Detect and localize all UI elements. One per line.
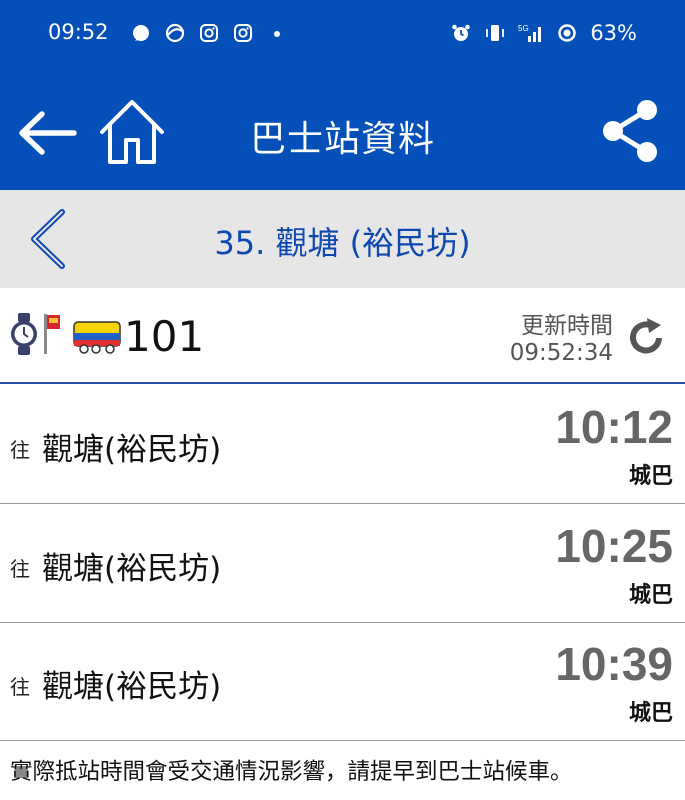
arrival-time: 10:12 [555, 401, 673, 453]
arrival-notice: 實際抵站時間會受交通情況影響，請提早到巴士站候車。 [10, 759, 573, 785]
bus-icon [73, 321, 121, 354]
bus-operator: 城巴 [628, 583, 673, 608]
watch-icon [11, 313, 37, 355]
destination: 觀塘(裕民坊) [42, 432, 222, 468]
bus-stop-flag-icon [44, 314, 60, 354]
arrival-time: 10:25 [555, 520, 673, 572]
bus-operator: 城巴 [628, 464, 673, 489]
5g-signal-icon: 5G [518, 24, 542, 42]
app-bar: 巴士站資料 [0, 70, 685, 190]
eta-row[interactable]: 往 觀塘(裕民坊) 10:12 城巴 [0, 386, 685, 504]
swirl-app-icon [165, 23, 185, 43]
destination: 觀塘(裕民坊) [42, 669, 222, 705]
instagram-icon [200, 24, 218, 42]
status-bar: 09:52 5G 63% [0, 0, 685, 70]
direction-label: 往 [10, 557, 30, 581]
refresh-icon[interactable] [625, 316, 669, 360]
eta-row[interactable]: 往 觀塘(裕民坊) 10:39 城巴 [0, 623, 685, 741]
battery-percentage: 63% [590, 21, 637, 45]
arrival-time: 10:39 [555, 638, 673, 690]
notification-icons [130, 22, 288, 44]
eta-row[interactable]: 往 觀塘(裕民坊) 10:25 城巴 [0, 505, 685, 623]
share-icon[interactable] [599, 98, 661, 164]
page-title: 巴士站資料 [249, 119, 435, 160]
chat-bubble-icon [133, 25, 149, 41]
svg-text:5G: 5G [518, 24, 529, 33]
vibrate-icon [486, 25, 505, 41]
stop-header: 35. 觀塘 (裕民坊) [0, 190, 685, 288]
bus-operator: 城巴 [628, 701, 673, 726]
update-time-value: 09:52:34 [509, 340, 613, 366]
status-time: 09:52 [48, 20, 109, 44]
instagram-icon [234, 24, 252, 42]
route-header: 101 更新時間 09:52:34 [0, 290, 685, 384]
update-time-label: 更新時間 [521, 313, 613, 339]
battery-ring-icon [558, 24, 577, 42]
stop-name: 35. 觀塘 (裕民坊) [214, 224, 471, 262]
direction-label: 往 [10, 675, 30, 699]
alarm-icon [452, 24, 471, 41]
more-notifications-dot-icon [274, 31, 280, 37]
route-number: 101 [124, 312, 205, 361]
system-icons: 5G 63% [450, 21, 637, 45]
direction-label: 往 [10, 438, 30, 462]
destination: 觀塘(裕民坊) [42, 551, 222, 587]
